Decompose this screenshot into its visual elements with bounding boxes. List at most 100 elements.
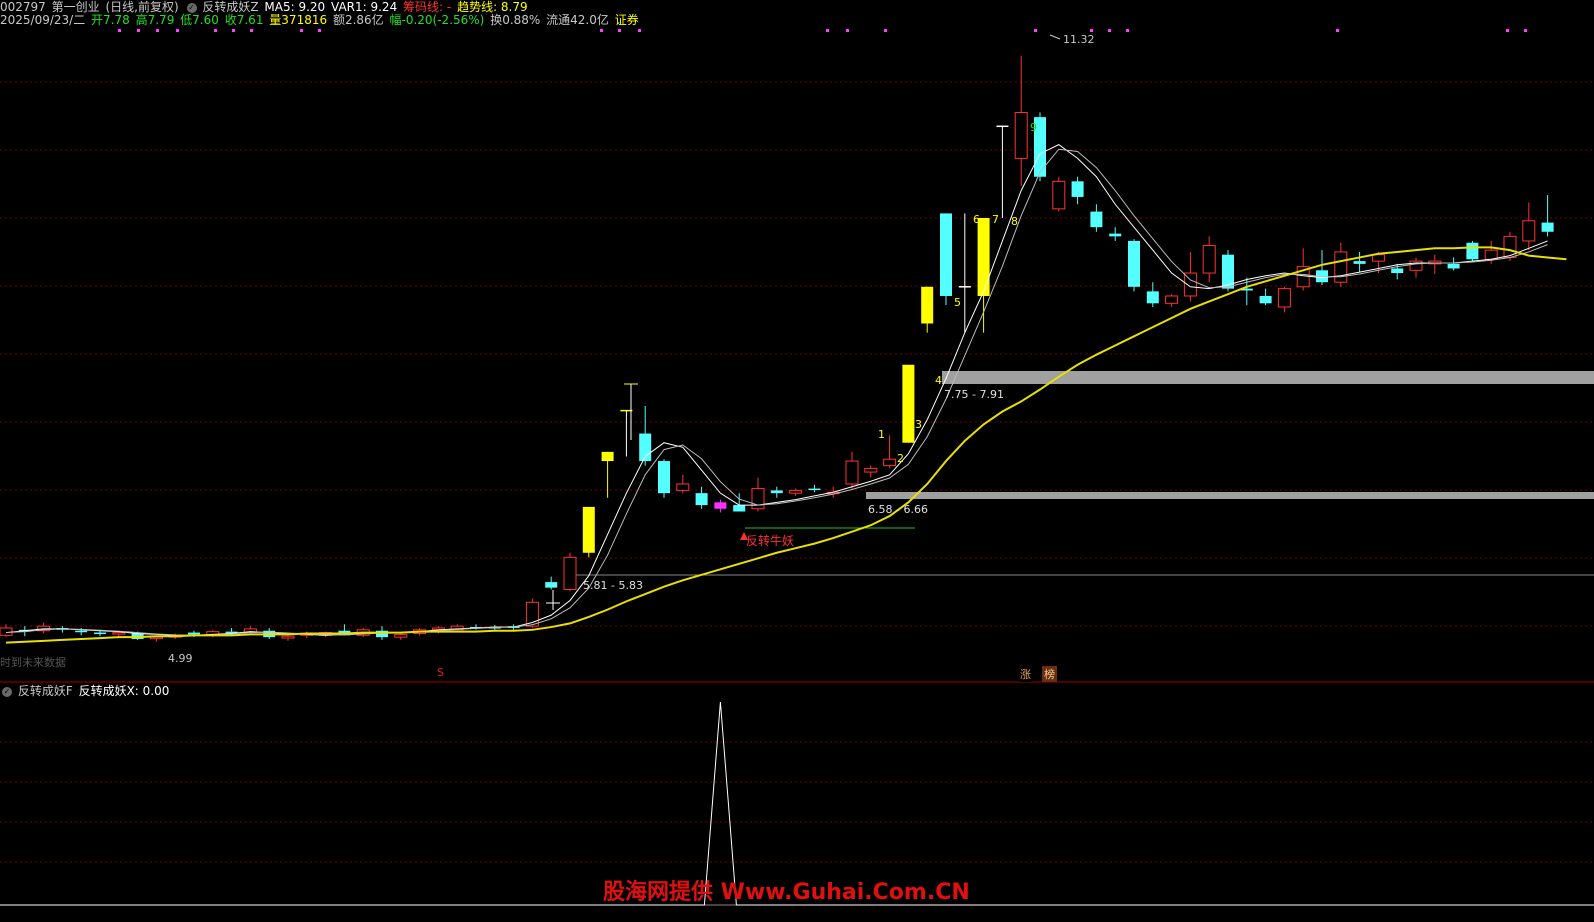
candle-body <box>751 488 765 510</box>
sub-indicator-name[interactable]: 反转成妖F <box>18 684 73 698</box>
candle-body <box>112 632 126 635</box>
candle-body <box>1052 180 1066 210</box>
event-dot <box>600 29 603 32</box>
event-dot <box>318 29 321 32</box>
count-label: 9 <box>1030 121 1037 134</box>
candle-body <box>883 458 897 467</box>
candle-body <box>977 218 990 296</box>
candle-body <box>1146 291 1159 304</box>
candle-body <box>1090 211 1103 228</box>
event-dot <box>176 29 179 32</box>
average-lines <box>5 144 1567 644</box>
candle-body <box>658 461 670 494</box>
candle-body <box>921 286 934 324</box>
event-dot <box>1524 29 1527 32</box>
s-marker[interactable]: S <box>437 666 444 679</box>
event-dot <box>1506 29 1509 32</box>
candle-body <box>1277 288 1291 308</box>
candle-body <box>94 632 106 635</box>
candle-body <box>582 506 595 553</box>
candle-body <box>1371 254 1385 262</box>
event-dot <box>1336 29 1339 32</box>
count-label: 4 <box>935 374 942 387</box>
watermark-text: 股海网提供 Www.Guhai.Com.CN <box>603 880 970 905</box>
candle-body <box>940 213 952 296</box>
sub-indicator-toggle-icon[interactable]: ✓ <box>2 686 12 697</box>
candle-body <box>695 493 708 506</box>
sub-indicator-value: 反转成妖X: 0.00 <box>78 684 170 698</box>
limit-up-marker[interactable]: 涨 <box>1020 666 1031 682</box>
candle-body <box>902 364 915 443</box>
candle-body <box>1484 249 1498 260</box>
event-dot <box>846 29 849 32</box>
max-price-pointer <box>1049 34 1061 40</box>
event-dot <box>884 29 887 32</box>
var1-line <box>5 148 1548 636</box>
candle-body <box>545 582 558 588</box>
candle-body <box>676 483 690 491</box>
event-dot <box>300 29 303 32</box>
event-dot <box>638 29 641 32</box>
candle-body <box>601 451 614 462</box>
count-label: 3 <box>915 418 922 431</box>
candle-body <box>75 630 88 633</box>
candle-body <box>1391 268 1404 274</box>
max-price-label: 11.32 <box>1063 33 1095 46</box>
candle-body <box>188 632 200 635</box>
candle-body <box>563 556 577 590</box>
count-label: 6 <box>973 213 980 226</box>
candle-body <box>1014 112 1028 159</box>
event-dot <box>826 29 829 32</box>
candle-body <box>1353 261 1366 264</box>
event-dot <box>1034 29 1037 32</box>
event-markers <box>118 29 1527 32</box>
event-dot <box>232 29 235 32</box>
candle-body <box>1259 295 1272 304</box>
candle-body <box>0 627 13 636</box>
candle-body <box>1071 181 1084 197</box>
candle-body <box>1447 263 1460 269</box>
count-label: 5 <box>954 296 961 309</box>
event-dot <box>214 29 217 32</box>
support-zones <box>565 371 1594 576</box>
count-label: 1 <box>878 428 885 441</box>
candle-body <box>1165 295 1179 304</box>
count-label: 2 <box>897 452 904 465</box>
candle-body <box>1541 222 1554 232</box>
candle-body <box>789 489 803 494</box>
count-label: 8 <box>1011 215 1018 228</box>
min-price-label: 4.99 <box>168 652 193 665</box>
candle-body <box>1128 240 1140 287</box>
zone2-label: 6.58 - 6.66 <box>868 503 928 516</box>
candle-body <box>1202 245 1216 274</box>
event-dot <box>1108 29 1111 32</box>
candles <box>0 55 1554 642</box>
candle-body <box>281 635 295 639</box>
no-future-data-label: 时到未来数据 <box>0 656 66 669</box>
candle-body <box>808 488 821 491</box>
candle-body <box>394 633 408 638</box>
support-zone-band <box>866 492 1594 499</box>
resistance-zone-band <box>942 371 1594 384</box>
trend-line <box>5 246 1567 644</box>
event-dot <box>250 29 253 32</box>
event-dot <box>118 29 121 32</box>
candle-body <box>714 502 727 509</box>
candlestick-chart[interactable]: 11.32 4.99 7.75 - 7.91 6.58 - 6.66 5.81 - 5.… <box>0 0 1594 922</box>
event-dot <box>618 29 621 32</box>
candle-body <box>1466 242 1479 260</box>
sub-indicator-header: ✓ 反转成妖F 反转成妖X: 0.00 <box>0 684 171 698</box>
event-dot <box>137 29 140 32</box>
event-dot <box>1090 29 1093 32</box>
zone3-label: 5.81 - 5.83 <box>583 579 643 592</box>
candle-body <box>845 460 859 485</box>
event-dot <box>1126 29 1129 32</box>
candle-body <box>733 505 746 512</box>
candle-body <box>1522 220 1536 242</box>
signal-label: 反转牛妖 <box>746 533 794 548</box>
event-dot <box>156 29 159 32</box>
candle-body <box>770 490 783 494</box>
ranking-marker[interactable]: 榜 <box>1042 666 1057 682</box>
candle-body <box>1334 251 1348 283</box>
candle-body <box>864 467 878 473</box>
